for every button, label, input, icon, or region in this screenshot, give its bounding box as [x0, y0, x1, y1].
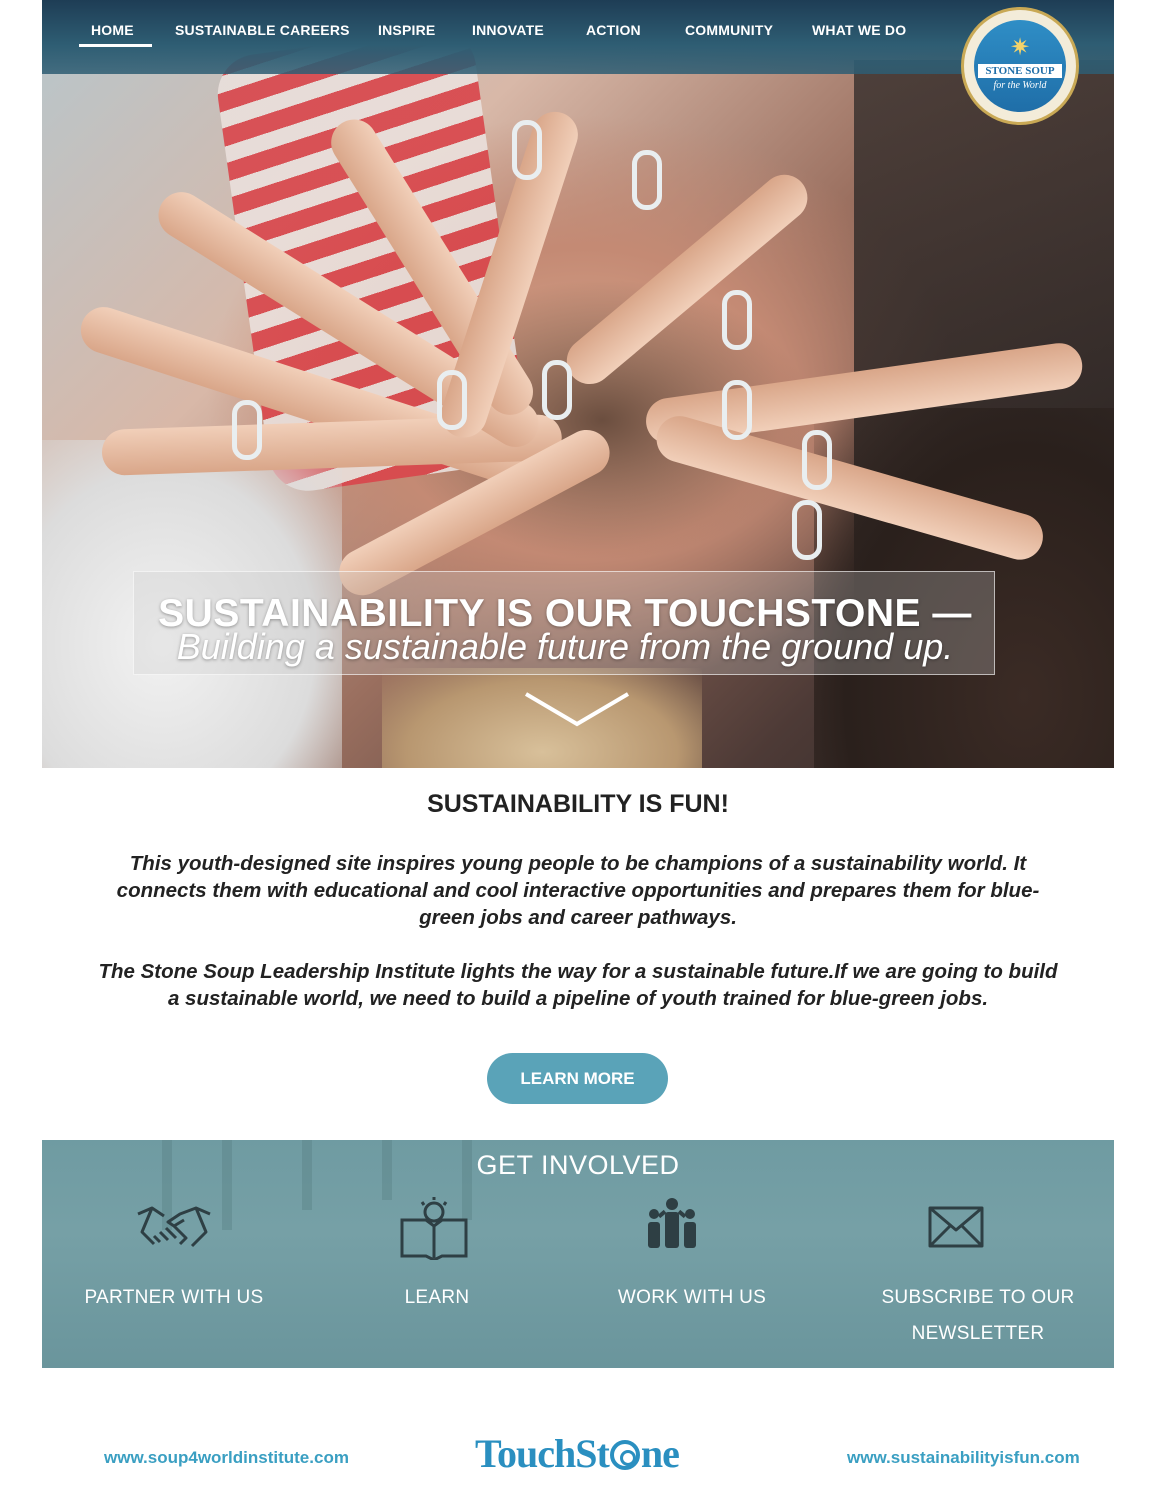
hero-photo-arm: [557, 165, 817, 394]
get-involved-title: GET INVOLVED: [476, 1150, 680, 1180]
footer-link-sustainabilityisfun[interactable]: www.sustainabilityisfun.com: [847, 1448, 1080, 1468]
lightbulb-book-icon[interactable]: [394, 1196, 474, 1260]
hero-photo-bracelet: [542, 360, 572, 420]
intro-paragraph: This youth-designed site inspires young …: [116, 852, 1040, 929]
touchstone-logo-text: TouchSt: [475, 1431, 610, 1476]
hero-photo-bracelet: [232, 400, 262, 460]
nav-active-indicator: [79, 44, 152, 47]
handshake-icon[interactable]: [134, 1196, 214, 1260]
hero-photo-bracelet: [722, 380, 752, 440]
work-with-us-link[interactable]: WORK WITH US: [602, 1280, 782, 1316]
swirl-icon: [609, 1440, 640, 1470]
section-title: SUSTAINABILITY IS FUN!: [427, 790, 729, 818]
mission-paragraph: The Stone Soup Leadership Institute ligh…: [98, 960, 1058, 1010]
get-involved-section: GET INVOLVED PARTNER WITH US LEARN WORK …: [42, 1140, 1114, 1368]
hero-image: HOME SUSTAINABLE CAREERS INSPIRE INNOVAT…: [42, 0, 1114, 768]
footer-link-soup4world[interactable]: www.soup4worldinstitute.com: [104, 1448, 349, 1468]
nav-community[interactable]: COMMUNITY: [685, 22, 773, 38]
touchstone-logo-text-end: ne: [640, 1431, 680, 1476]
learn-more-button[interactable]: LEARN MORE: [487, 1053, 668, 1104]
hero-photo-bracelet: [802, 430, 832, 490]
touchstone-logo: TouchSt ne: [475, 1430, 680, 1477]
hero-photo-bracelet: [722, 290, 752, 350]
nav-action[interactable]: ACTION: [586, 22, 641, 38]
logo-subtitle: for the World: [993, 80, 1047, 91]
logo-name: STONE SOUP: [978, 64, 1062, 78]
hero-photo-bracelet: [632, 150, 662, 210]
learn-link[interactable]: LEARN: [387, 1280, 487, 1316]
partner-with-us-link[interactable]: PARTNER WITH US: [74, 1280, 274, 1316]
team-icon[interactable]: [632, 1196, 712, 1260]
hero-banner: SUSTAINABILITY IS OUR TOUCHSTONE — Build…: [133, 571, 995, 675]
hero-photo-bracelet: [437, 370, 467, 430]
top-nav-bar: HOME SUSTAINABLE CAREERS INSPIRE INNOVAT…: [42, 0, 1114, 74]
subscribe-newsletter-link[interactable]: SUBSCRIBE TO OUR NEWSLETTER: [878, 1280, 1078, 1352]
stone-soup-logo[interactable]: ✷ STONE SOUP for the World: [964, 10, 1076, 122]
main-nav: HOME SUSTAINABLE CAREERS INSPIRE INNOVAT…: [42, 22, 1114, 46]
scroll-down-chevron-icon[interactable]: [522, 690, 632, 730]
hero-subtitle: Building a sustainable future from the g…: [176, 626, 954, 667]
hero-photo-bracelet: [512, 120, 542, 180]
nav-home[interactable]: HOME: [91, 22, 134, 38]
nav-inspire[interactable]: INSPIRE: [378, 22, 435, 38]
logo-emblem: ✷ STONE SOUP for the World: [974, 20, 1066, 112]
nav-innovate[interactable]: INNOVATE: [472, 22, 544, 38]
nav-what-we-do[interactable]: WHAT WE DO: [812, 22, 906, 38]
nav-sustainable-careers[interactable]: SUSTAINABLE CAREERS: [175, 22, 350, 38]
star-icon: ✷: [1009, 34, 1031, 61]
hero-photo-bracelet: [792, 500, 822, 560]
envelope-icon[interactable]: [916, 1196, 996, 1260]
